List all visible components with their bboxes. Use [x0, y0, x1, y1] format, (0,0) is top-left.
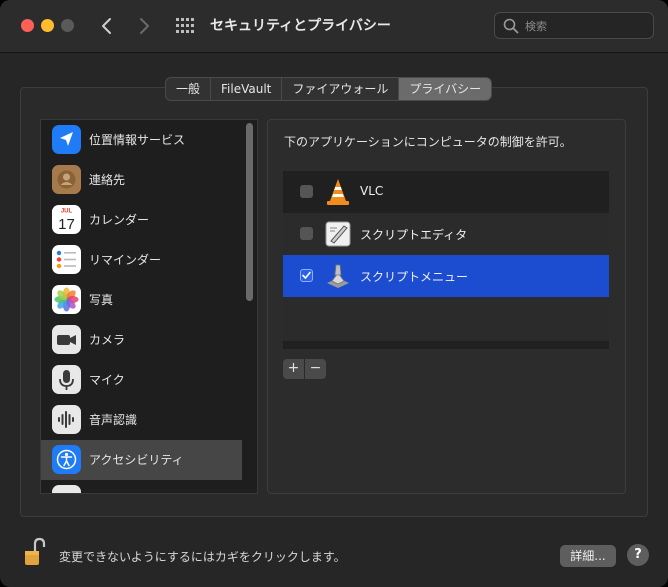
- partial-hidden-icon: [52, 485, 81, 493]
- tab-bar: 一般 FileVault ファイアウォール プライバシー: [165, 77, 493, 101]
- sidebar-item-label: リマインダー: [89, 253, 162, 267]
- privacy-category-list[interactable]: 位置情報サービス 連絡先 JUL 17 カレンダー リマインダー 写真 カメラ …: [40, 119, 258, 494]
- sidebar-item-photos[interactable]: 写真: [41, 280, 242, 320]
- sidebar-item-label: 位置情報サービス: [89, 133, 186, 147]
- sidebar-item-label: カレンダー: [89, 213, 150, 227]
- app-row-script-editor[interactable]: スクリプトエディタ: [283, 213, 609, 255]
- permission-description: 下のアプリケーションにコンピュータの制御を許可。: [284, 135, 572, 149]
- minimize-window-button[interactable]: [41, 19, 54, 32]
- app-checkbox[interactable]: [300, 227, 313, 240]
- accessibility-icon: [52, 445, 81, 474]
- preferences-window: セキュリティとプライバシー 一般 FileVault ファイアウォール プライバ…: [0, 0, 668, 587]
- sidebar-item-contacts[interactable]: 連絡先: [41, 160, 242, 200]
- sidebar-item-location-services[interactable]: 位置情報サービス: [41, 120, 242, 160]
- search-input[interactable]: [523, 16, 647, 37]
- lock-instruction-text: 変更できないようにするにはカギをクリックします。: [59, 550, 346, 564]
- sidebar-item-microphone[interactable]: マイク: [41, 360, 242, 400]
- search-icon: [503, 18, 519, 34]
- location-arrow-icon: [52, 125, 81, 154]
- sidebar-item-label: 写真: [89, 293, 114, 307]
- sidebar-item-label: 連絡先: [89, 173, 126, 187]
- app-row-script-menu[interactable]: スクリプトメニュー: [283, 255, 609, 297]
- app-checkbox-checked[interactable]: [300, 269, 313, 282]
- app-name: スクリプトメニュー: [360, 270, 469, 284]
- app-list[interactable]: VLC スクリプトエディタ スクリプトメニュー: [283, 171, 609, 349]
- sidebar-scroll-thumb[interactable]: [246, 123, 253, 301]
- add-app-button[interactable]: +: [283, 359, 305, 379]
- remove-app-button[interactable]: −: [305, 359, 326, 379]
- window-title: セキュリティとプライバシー: [210, 18, 391, 34]
- sidebar-item-label: マイク: [89, 373, 125, 387]
- calendar-month: JUL: [61, 209, 73, 215]
- sidebar-item-camera[interactable]: カメラ: [41, 320, 242, 360]
- vlc-cone-icon: [327, 179, 349, 205]
- sidebar-item-accessibility[interactable]: アクセシビリティ: [41, 440, 242, 480]
- show-all-grid-icon[interactable]: [176, 18, 194, 34]
- tab-filevault[interactable]: FileVault: [211, 78, 283, 100]
- contacts-icon: [52, 165, 81, 194]
- sidebar-item-reminders[interactable]: リマインダー: [41, 240, 242, 280]
- tab-firewall[interactable]: ファイアウォール: [282, 78, 400, 100]
- title-bar: セキュリティとプライバシー: [0, 0, 668, 53]
- app-row-vlc[interactable]: VLC: [283, 171, 609, 213]
- script-menu-icon: [327, 264, 349, 288]
- sidebar-item-calendar[interactable]: JUL 17 カレンダー: [41, 200, 242, 240]
- app-name: VLC: [360, 184, 384, 198]
- sidebar-item-partial: [41, 480, 242, 493]
- sidebar-item-speech-recognition[interactable]: 音声認識: [41, 400, 242, 440]
- app-checkbox[interactable]: [300, 185, 313, 198]
- calendar-day: 17: [58, 216, 75, 233]
- speech-recognition-icon: [52, 405, 81, 434]
- checkmark-icon: [302, 271, 311, 279]
- forward-chevron-icon[interactable]: [133, 14, 155, 38]
- tab-privacy[interactable]: プライバシー: [399, 78, 492, 100]
- app-row-empty: [283, 297, 609, 341]
- help-button[interactable]: ?: [627, 544, 649, 566]
- sidebar-item-label: カメラ: [89, 333, 126, 347]
- zoom-window-button[interactable]: [61, 19, 74, 32]
- microphone-icon: [52, 365, 81, 394]
- unlocked-padlock-icon[interactable]: [24, 537, 46, 567]
- script-editor-icon: [325, 221, 351, 247]
- tab-general[interactable]: 一般: [166, 78, 212, 100]
- calendar-icon: JUL 17: [52, 205, 81, 234]
- app-name: スクリプトエディタ: [360, 228, 468, 242]
- sidebar-item-label: 音声認識: [89, 413, 138, 427]
- add-remove-controls: + −: [283, 359, 326, 379]
- sidebar-item-label: アクセシビリティ: [89, 453, 184, 467]
- photos-icon: [52, 285, 81, 314]
- close-window-button[interactable]: [21, 19, 34, 32]
- camera-icon: [52, 325, 81, 354]
- reminders-icon: [52, 245, 81, 274]
- details-button[interactable]: 詳細...: [560, 545, 616, 567]
- search-field[interactable]: [494, 12, 654, 39]
- back-chevron-icon[interactable]: [96, 14, 118, 38]
